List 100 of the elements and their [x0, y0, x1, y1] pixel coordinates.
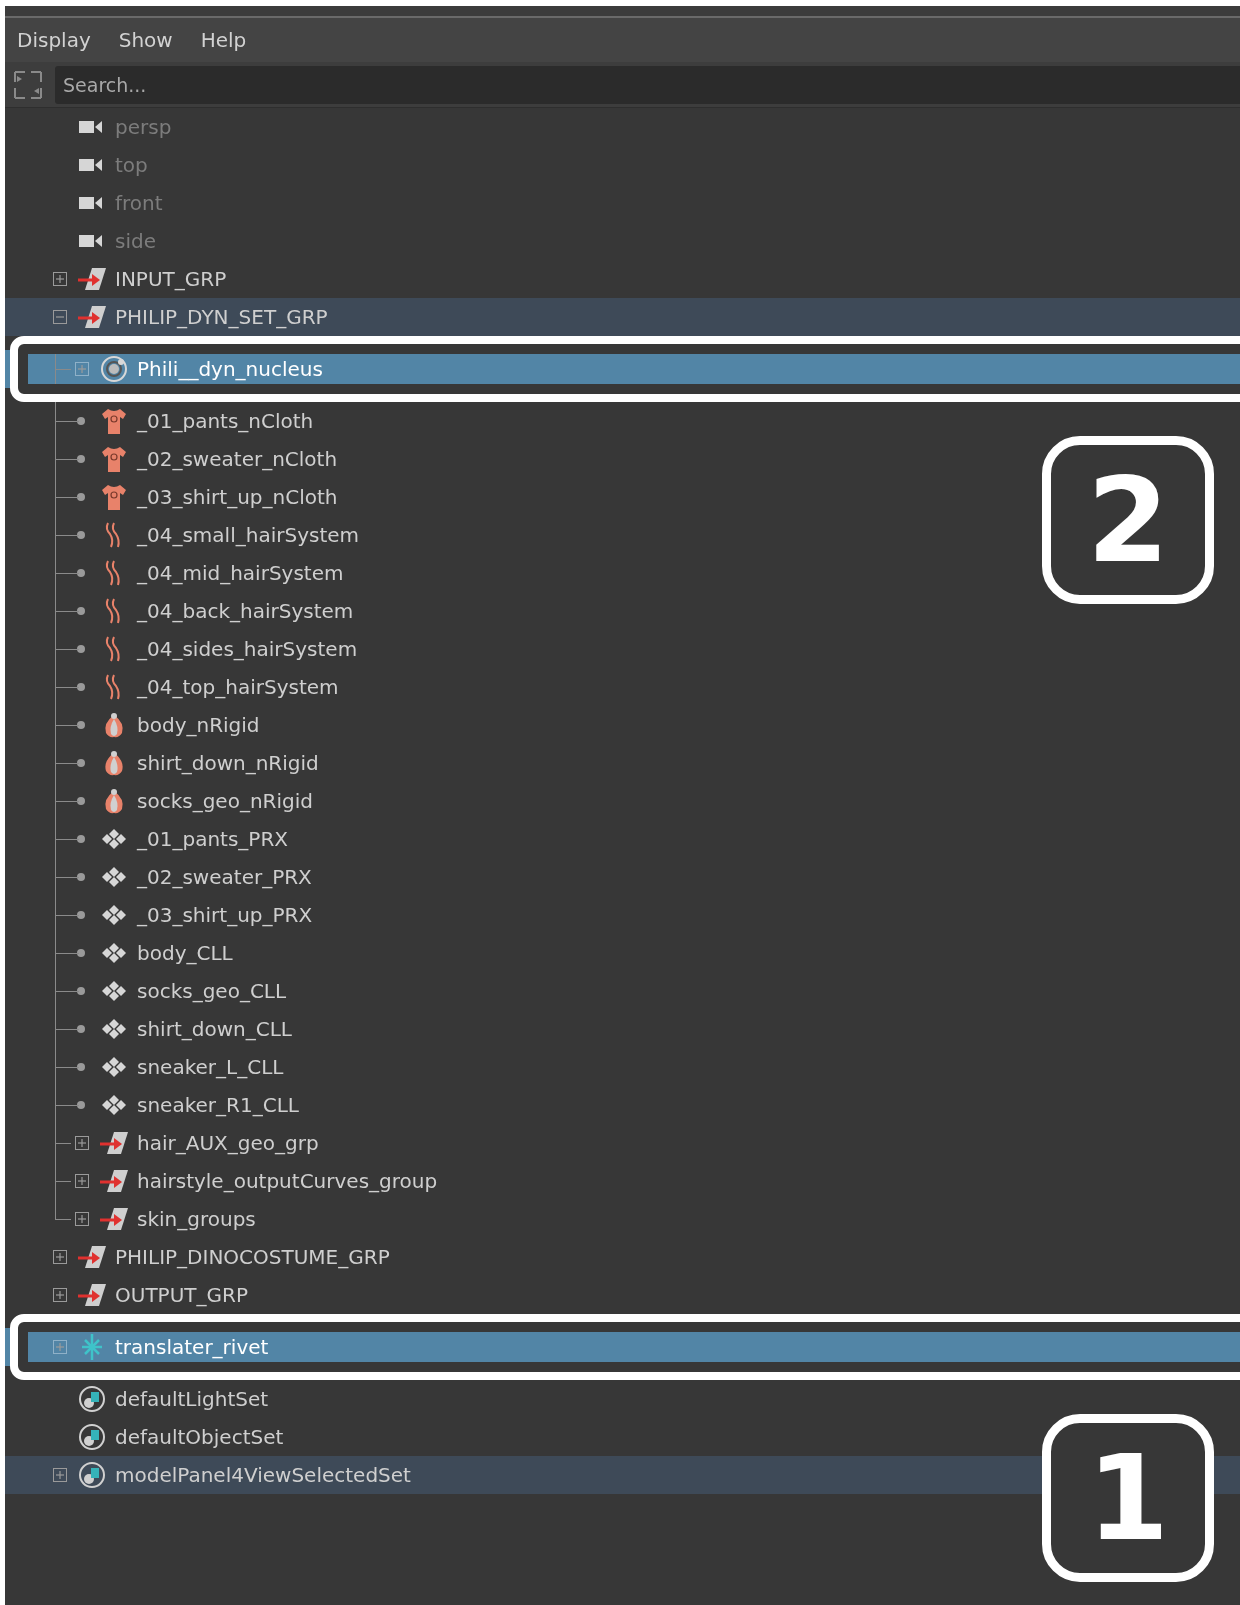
plus-icon — [55, 1252, 65, 1262]
node-label: body_CLL — [137, 941, 233, 965]
node-label: hairstyle_outputCurves_group — [137, 1169, 438, 1193]
node-label: _01_pants_nCloth — [137, 409, 314, 433]
node-label: body_nRigid — [137, 713, 260, 737]
set-icon — [77, 1461, 107, 1489]
leaf-dot — [77, 797, 85, 805]
node-label: _04_mid_hairSystem — [137, 561, 344, 585]
node-label: socks_geo_CLL — [137, 979, 287, 1003]
node-label: modelPanel4ViewSelectedSet — [115, 1463, 411, 1487]
leaf-dot — [77, 835, 85, 843]
leaf-dot — [77, 873, 85, 881]
leaf-dot — [77, 493, 85, 501]
node-label: persp — [115, 115, 172, 139]
leaf-dot — [77, 987, 85, 995]
outliner-row[interactable]: OUTPUT_GRP — [5, 1276, 1240, 1314]
leaf-dot — [77, 721, 85, 729]
expand-toggle[interactable] — [75, 1212, 89, 1226]
leaf-dot — [77, 569, 85, 577]
expand-toggle[interactable] — [53, 272, 67, 286]
outliner-row[interactable]: body_nRigid — [5, 706, 1240, 744]
outliner-row[interactable]: body_CLL — [5, 934, 1240, 972]
node-label: hair_AUX_geo_grp — [137, 1131, 319, 1155]
node-label: side — [115, 229, 156, 253]
node-label: _01_pants_PRX — [137, 827, 288, 851]
expand-toggle[interactable] — [53, 1468, 67, 1482]
expand-toggle[interactable] — [75, 362, 89, 376]
node-label: _04_sides_hairSystem — [137, 637, 358, 661]
node-label: _04_small_hairSystem — [137, 523, 359, 547]
group-icon — [77, 1243, 107, 1271]
outliner-row[interactable]: _02_sweater_PRX — [5, 858, 1240, 896]
menu-item[interactable]: Show — [118, 28, 173, 52]
outliner-row[interactable]: shirt_down_CLL — [5, 1010, 1240, 1048]
leaf-dot — [77, 531, 85, 539]
leaf-dot — [77, 911, 85, 919]
outliner-row[interactable]: shirt_down_nRigid — [5, 744, 1240, 782]
group-icon — [77, 265, 107, 293]
set-icon — [77, 1423, 107, 1451]
outliner-row[interactable]: _04_top_hairSystem — [5, 668, 1240, 706]
search-field[interactable]: Search... — [55, 65, 1240, 104]
node-label: sneaker_R1_CLL — [137, 1093, 299, 1117]
plus-icon — [77, 1176, 87, 1186]
leaf-dot — [77, 759, 85, 767]
group-icon — [77, 1281, 107, 1309]
outliner-row[interactable]: hair_AUX_geo_grp — [5, 1124, 1240, 1162]
leaf-dot — [77, 607, 85, 615]
leaf-dot — [77, 417, 85, 425]
expand-toggle[interactable] — [75, 1174, 89, 1188]
shirt-icon — [99, 407, 129, 435]
node-label: translater_rivet — [115, 1335, 269, 1359]
group-icon — [77, 303, 107, 331]
plus-icon — [77, 364, 87, 374]
plus-icon — [55, 1470, 65, 1480]
node-label: _02_sweater_nCloth — [137, 447, 338, 471]
outliner-row[interactable]: sneaker_L_CLL — [5, 1048, 1240, 1086]
outliner-row[interactable]: PHILIP_DYN_SET_GRP — [5, 298, 1240, 336]
expand-toggle[interactable] — [75, 1136, 89, 1150]
set-icon — [77, 1385, 107, 1413]
node-label: _02_sweater_PRX — [137, 865, 312, 889]
outliner-row[interactable]: INPUT_GRP — [5, 260, 1240, 298]
plus-icon — [55, 1290, 65, 1300]
node-label: _03_shirt_up_PRX — [137, 903, 313, 927]
outliner-row[interactable]: _01_pants_PRX — [5, 820, 1240, 858]
group-icon — [99, 1129, 129, 1157]
outliner-row[interactable]: PHILIP_DINOCOSTUME_GRP — [5, 1238, 1240, 1276]
node-label: INPUT_GRP — [115, 267, 227, 291]
expand-toggle[interactable] — [53, 1288, 67, 1302]
node-label: defaultObjectSet — [115, 1425, 284, 1449]
node-label: front — [115, 191, 163, 215]
node-label: PHILIP_DYN_SET_GRP — [115, 305, 328, 329]
outliner-row[interactable]: sneaker_R1_CLL — [5, 1086, 1240, 1124]
node-label: PHILIP_DINOCOSTUME_GRP — [115, 1245, 390, 1269]
shirt-icon — [99, 483, 129, 511]
leaf-dot — [77, 1063, 85, 1071]
outliner-row[interactable]: socks_geo_CLL — [5, 972, 1240, 1010]
node-label: OUTPUT_GRP — [115, 1283, 248, 1307]
outliner-row[interactable]: hairstyle_outputCurves_group — [5, 1162, 1240, 1200]
leaf-dot — [77, 455, 85, 463]
node-label: defaultLightSet — [115, 1387, 269, 1411]
leaf-dot — [77, 1101, 85, 1109]
group-icon — [99, 1205, 129, 1233]
callout-number: 2 — [1042, 436, 1214, 604]
node-label: _04_top_hairSystem — [137, 675, 339, 699]
expand-toggle[interactable] — [53, 1340, 67, 1354]
leaf-dot — [77, 949, 85, 957]
outliner-row[interactable]: skin_groups — [5, 1200, 1240, 1238]
node-label: _03_shirt_up_nCloth — [137, 485, 338, 509]
outliner-row[interactable]: socks_geo_nRigid — [5, 782, 1240, 820]
menu-item[interactable]: Help — [200, 28, 247, 52]
node-label: socks_geo_nRigid — [137, 789, 313, 813]
expand-toggle[interactable] — [53, 1250, 67, 1264]
shirt-icon — [99, 445, 129, 473]
collapse-toggle[interactable] — [53, 310, 67, 324]
group-icon — [99, 1167, 129, 1195]
outliner-row[interactable]: _04_sides_hairSystem — [5, 630, 1240, 668]
callout-number: 1 — [1042, 1414, 1214, 1582]
leaf-dot — [77, 1025, 85, 1033]
node-label: sneaker_L_CLL — [137, 1055, 284, 1079]
menu-item[interactable]: Display — [17, 28, 91, 52]
outliner-row[interactable]: _03_shirt_up_PRX — [5, 896, 1240, 934]
